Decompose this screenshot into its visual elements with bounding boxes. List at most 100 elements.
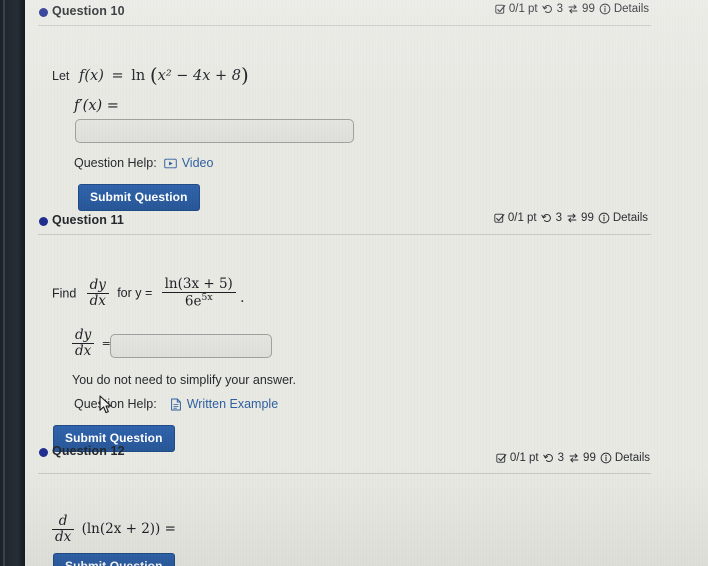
question-help-row-10: Question Help: Video bbox=[74, 156, 213, 170]
submit-question-button-q10[interactable]: Submit Question bbox=[78, 184, 200, 211]
swap-arrows-icon bbox=[567, 213, 577, 223]
denominator-exponent: 5x bbox=[201, 292, 213, 304]
points-label: 0/1 pt bbox=[507, 212, 537, 224]
question-block-12: Question 12 0/1 pt 3 99 Details d dx (ln… bbox=[25, 440, 708, 566]
versions-indicator: 99 bbox=[568, 452, 596, 464]
versions-count: 99 bbox=[583, 452, 596, 464]
question-prompt-math: Let f(x) = ln (x² − 4x + 8) bbox=[52, 63, 249, 87]
y-denominator: 6e5x bbox=[184, 292, 213, 310]
question-title: Question 12 bbox=[52, 444, 125, 458]
close-paren: ) bbox=[241, 63, 249, 87]
info-circle-icon bbox=[598, 212, 610, 224]
fraction-denominator: dx bbox=[55, 529, 72, 546]
question-header-10: Question 10 0/1 pt 3 99 Details bbox=[25, 0, 708, 26]
attempts-indicator: 3 bbox=[540, 212, 563, 224]
checkbox-check-icon bbox=[495, 4, 506, 14]
for-y-equals: for y = bbox=[117, 286, 153, 301]
versions-count: 99 bbox=[582, 3, 595, 15]
fraction-numerator: d bbox=[52, 513, 75, 531]
video-help-label: Video bbox=[181, 156, 214, 170]
question-status-dot bbox=[39, 448, 48, 457]
versions-count: 99 bbox=[581, 212, 594, 224]
swap-arrows-icon bbox=[569, 453, 579, 463]
assignment-content: Question 10 0/1 pt 3 99 Details Let f(x)… bbox=[25, 0, 708, 566]
points-label: 0/1 pt bbox=[508, 3, 538, 15]
points-indicator: 0/1 pt bbox=[496, 452, 539, 464]
header-divider bbox=[38, 234, 651, 235]
details-link[interactable]: Details bbox=[599, 3, 649, 15]
checkbox-check-icon bbox=[496, 453, 507, 463]
swap-arrows-icon bbox=[568, 4, 578, 14]
header-divider bbox=[38, 473, 651, 474]
details-label: Details bbox=[613, 3, 649, 15]
attempts-indicator: 3 bbox=[541, 3, 564, 15]
points-indicator: 0/1 pt bbox=[495, 3, 538, 15]
fraction-denominator: dx bbox=[89, 292, 106, 309]
inner-expression: x² − 4x + 8 bbox=[157, 68, 241, 84]
video-play-icon bbox=[163, 158, 177, 168]
y-numerator: ln(3x + 5) bbox=[161, 276, 236, 294]
question-prompt-math: Find dy dx for y = ln(3x + 5) 6e5x . bbox=[52, 276, 245, 310]
counterclockwise-arrow-icon bbox=[542, 454, 553, 463]
versions-indicator: 99 bbox=[567, 3, 595, 15]
document-page-icon bbox=[170, 397, 181, 411]
ln-expression: (ln(2x + 2)) = bbox=[81, 521, 176, 538]
header-divider bbox=[38, 25, 651, 26]
fraction-numerator: dy bbox=[86, 277, 109, 294]
question-meta: 0/1 pt 3 99 Details bbox=[496, 452, 650, 464]
equals-sign: = bbox=[111, 68, 124, 84]
simplify-note: You do not need to simplify your answer. bbox=[72, 373, 296, 387]
answer-prefix-fraction: dy dx = bbox=[72, 327, 111, 360]
attempts-indicator: 3 bbox=[542, 452, 565, 464]
prompt-prefix: Find bbox=[52, 286, 77, 301]
details-link[interactable]: Details bbox=[598, 212, 648, 224]
dy-dx-answer-fraction: dy dx bbox=[72, 327, 95, 360]
bezel-sheen bbox=[3, 0, 5, 566]
details-label: Details bbox=[612, 212, 648, 224]
counterclockwise-arrow-icon bbox=[541, 5, 552, 14]
attempts-count: 3 bbox=[555, 212, 563, 224]
period: . bbox=[240, 289, 245, 306]
question-header-12: Question 12 0/1 pt 3 99 Details bbox=[25, 440, 708, 474]
question-title: Question 10 bbox=[52, 4, 125, 18]
dy-dx-fraction: dy dx bbox=[86, 277, 109, 309]
question-meta: 0/1 pt 3 99 Details bbox=[494, 212, 648, 224]
d-dx-fraction: d dx bbox=[52, 513, 75, 546]
question-header-11: Question 11 0/1 pt 3 99 Details bbox=[25, 209, 708, 235]
answer-input-q10[interactable] bbox=[75, 119, 354, 143]
open-paren: ( bbox=[149, 63, 158, 87]
versions-indicator: 99 bbox=[566, 212, 594, 224]
question-block-10: Question 10 0/1 pt 3 99 Details Let f(x)… bbox=[25, 0, 708, 211]
counterclockwise-arrow-icon bbox=[540, 214, 551, 223]
question-help-label: Question Help: bbox=[74, 156, 157, 170]
question-meta: 0/1 pt 3 99 Details bbox=[495, 3, 649, 15]
question-block-11: Question 11 0/1 pt 3 99 Details Find dy … bbox=[25, 209, 708, 452]
question-status-dot bbox=[39, 8, 48, 17]
ln-operator: ln bbox=[131, 68, 146, 84]
fraction-numerator: dy bbox=[72, 327, 95, 345]
info-circle-icon bbox=[600, 452, 612, 464]
attempts-count: 3 bbox=[557, 452, 565, 464]
derivative-label: f′(x) = bbox=[74, 98, 119, 114]
question-status-dot bbox=[39, 217, 48, 226]
question-help-row-11: Question Help: Written Example bbox=[74, 397, 278, 411]
derivative-expression: d dx (ln(2x + 2)) = bbox=[52, 513, 176, 546]
question-title: Question 11 bbox=[52, 213, 124, 227]
answer-input-q11[interactable] bbox=[110, 334, 272, 358]
video-help-link[interactable]: Video bbox=[163, 156, 214, 170]
function-notation: f(x) bbox=[79, 68, 104, 84]
fraction-denominator: dx bbox=[75, 343, 92, 360]
details-label: Details bbox=[614, 452, 650, 464]
written-example-label: Written Example bbox=[186, 397, 279, 411]
submit-question-button-q12[interactable]: Submit Question bbox=[53, 553, 175, 566]
attempts-count: 3 bbox=[556, 3, 564, 15]
points-label: 0/1 pt bbox=[509, 452, 539, 464]
points-indicator: 0/1 pt bbox=[494, 212, 537, 224]
question-help-label: Question Help: bbox=[74, 397, 157, 411]
checkbox-check-icon bbox=[494, 213, 505, 223]
details-link[interactable]: Details bbox=[600, 452, 650, 464]
device-bezel-strip bbox=[0, 0, 25, 566]
y-expression-fraction: ln(3x + 5) 6e5x bbox=[161, 276, 236, 310]
info-circle-icon bbox=[599, 3, 611, 15]
written-example-help-link[interactable]: Written Example bbox=[170, 397, 278, 411]
